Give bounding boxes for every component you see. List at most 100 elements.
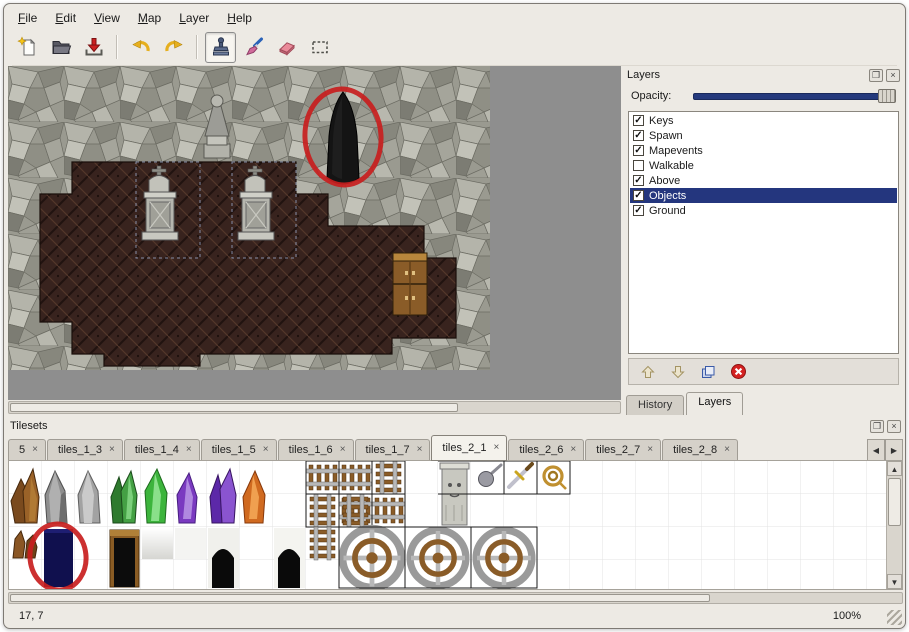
layer-row-walkable[interactable]: Walkable [630,158,897,173]
new-file-button[interactable] [12,32,43,63]
tab-close-icon[interactable]: × [32,445,38,455]
layer-checkbox[interactable]: ✓ [633,205,644,216]
tab-close-icon[interactable]: × [570,445,576,455]
redo-icon [163,36,185,58]
layer-checkbox[interactable]: ✓ [633,145,644,156]
undo-button[interactable] [125,32,156,63]
select-tool-button[interactable] [304,32,335,63]
layer-row-mapevents[interactable]: ✓ Mapevents [630,143,897,158]
tileset-view[interactable]: ▲ ▼ [8,460,903,590]
menu-file[interactable]: File [12,9,43,27]
toolbar-separator [116,35,118,59]
opacity-slider-track[interactable] [693,93,894,100]
opacity-label: Opacity: [631,90,671,102]
brush-tool-icon [243,36,265,58]
tileset-tab-tiles_2_6[interactable]: tiles_2_6 × [508,439,584,461]
scroll-up-icon[interactable]: ▲ [887,461,902,476]
selected-blue-door-tile [44,529,73,587]
tileset-tab-tiles_1_3[interactable]: tiles_1_3 × [47,439,123,461]
close-panel-icon[interactable]: × [886,69,900,82]
layer-row-above[interactable]: ✓ Above [630,173,897,188]
layer-row-ground[interactable]: ✓ Ground [630,203,897,218]
menu-layer[interactable]: Layer [173,9,215,27]
tab-close-icon[interactable]: × [340,445,346,455]
redo-button[interactable] [158,32,189,63]
map-horizontal-scrollbar[interactable] [8,401,621,414]
tab-scroll-buttons: ◀ ▶ [867,439,903,461]
save-icon [83,36,105,58]
layer-checkbox[interactable]: ✓ [633,130,644,141]
tileset-hscroll-thumb[interactable] [10,594,710,602]
statusbar: 17, 7 100% [4,605,905,628]
layer-name: Spawn [649,130,683,142]
map-canvas[interactable] [8,66,621,400]
tileset-horizontal-scrollbar[interactable] [8,592,903,604]
cursor-coordinates: 17, 7 [19,610,43,622]
map-hscroll-thumb[interactable] [10,403,458,412]
layer-checkbox[interactable] [633,160,644,171]
tileset-tab-tiles_1_4[interactable]: tiles_1_4 × [124,439,200,461]
tab-scroll-right-icon[interactable]: ▶ [885,439,903,461]
tab-close-icon[interactable]: × [493,443,499,453]
new-file-icon [17,36,39,58]
layer-checkbox[interactable]: ✓ [633,190,644,201]
delete-layer-button[interactable] [729,363,747,381]
layer-checkbox[interactable]: ✓ [633,175,644,186]
menu-view[interactable]: View [88,9,126,27]
brush-tool-button[interactable] [238,32,269,63]
raise-layer-button[interactable] [639,363,657,381]
tab-scroll-left-icon[interactable]: ◀ [867,439,885,461]
opacity-slider-thumb[interactable] [878,89,896,103]
save-button[interactable] [78,32,109,63]
tab-close-icon[interactable]: × [263,445,269,455]
open-button[interactable] [45,32,76,63]
tileset-tab-5[interactable]: 5 × [8,439,46,461]
layers-titlebar: Layers ❐ × [623,66,904,84]
tileset-vertical-scrollbar[interactable]: ▲ ▼ [886,461,902,589]
tileset-tab-label: tiles_1_5 [212,444,256,456]
layers-panel-title: Layers [627,69,866,81]
float-panel-icon[interactable]: ❐ [870,420,884,433]
layer-row-spawn[interactable]: ✓ Spawn [630,128,897,143]
stamp-tool-icon [210,36,232,58]
raise-layer-icon [640,364,656,380]
tab-history[interactable]: History [626,395,684,415]
menu-map[interactable]: Map [132,9,167,27]
tileset-tab-tiles_2_1[interactable]: tiles_2_1 × [431,435,507,461]
tab-close-icon[interactable]: × [417,445,423,455]
resize-grip[interactable] [887,610,902,625]
tileset-tab-label: tiles_1_3 [58,444,102,456]
layer-name: Above [649,175,680,187]
layer-row-keys[interactable]: ✓ Keys [630,113,897,128]
layer-row-objects[interactable]: ✓ Objects [630,188,897,203]
tilesets-panel-title: Tilesets [10,420,867,432]
layer-checkbox[interactable]: ✓ [633,115,644,126]
menu-edit[interactable]: Edit [49,9,82,27]
tab-layers[interactable]: Layers [686,392,743,415]
scroll-down-icon[interactable]: ▼ [887,574,902,589]
stamp-tool-button[interactable] [205,32,236,63]
eraser-tool-button[interactable] [271,32,302,63]
float-panel-icon[interactable]: ❐ [869,69,883,82]
tab-close-icon[interactable]: × [186,445,192,455]
opacity-slider[interactable] [693,89,896,103]
zoom-level: 100% [833,610,861,622]
layer-name: Ground [649,205,686,217]
tileset-tab-tiles_1_5[interactable]: tiles_1_5 × [201,439,277,461]
menu-help[interactable]: Help [221,9,258,27]
select-tool-icon [309,36,331,58]
close-panel-icon[interactable]: × [887,420,901,433]
lower-layer-button[interactable] [669,363,687,381]
tileset-tab-label: tiles_2_6 [519,444,563,456]
tileset-tab-tiles_2_8[interactable]: tiles_2_8 × [662,439,738,461]
tileset-tab-label: 5 [19,444,25,456]
map-render [8,66,621,400]
tileset-tab-tiles_1_6[interactable]: tiles_1_6 × [278,439,354,461]
tab-close-icon[interactable]: × [724,445,730,455]
tab-close-icon[interactable]: × [647,445,653,455]
tileset-tab-tiles_1_7[interactable]: tiles_1_7 × [355,439,431,461]
duplicate-layer-button[interactable] [699,363,717,381]
tileset-tab-tiles_2_7[interactable]: tiles_2_7 × [585,439,661,461]
tab-close-icon[interactable]: × [109,445,115,455]
tileset-vscroll-thumb[interactable] [888,478,901,526]
